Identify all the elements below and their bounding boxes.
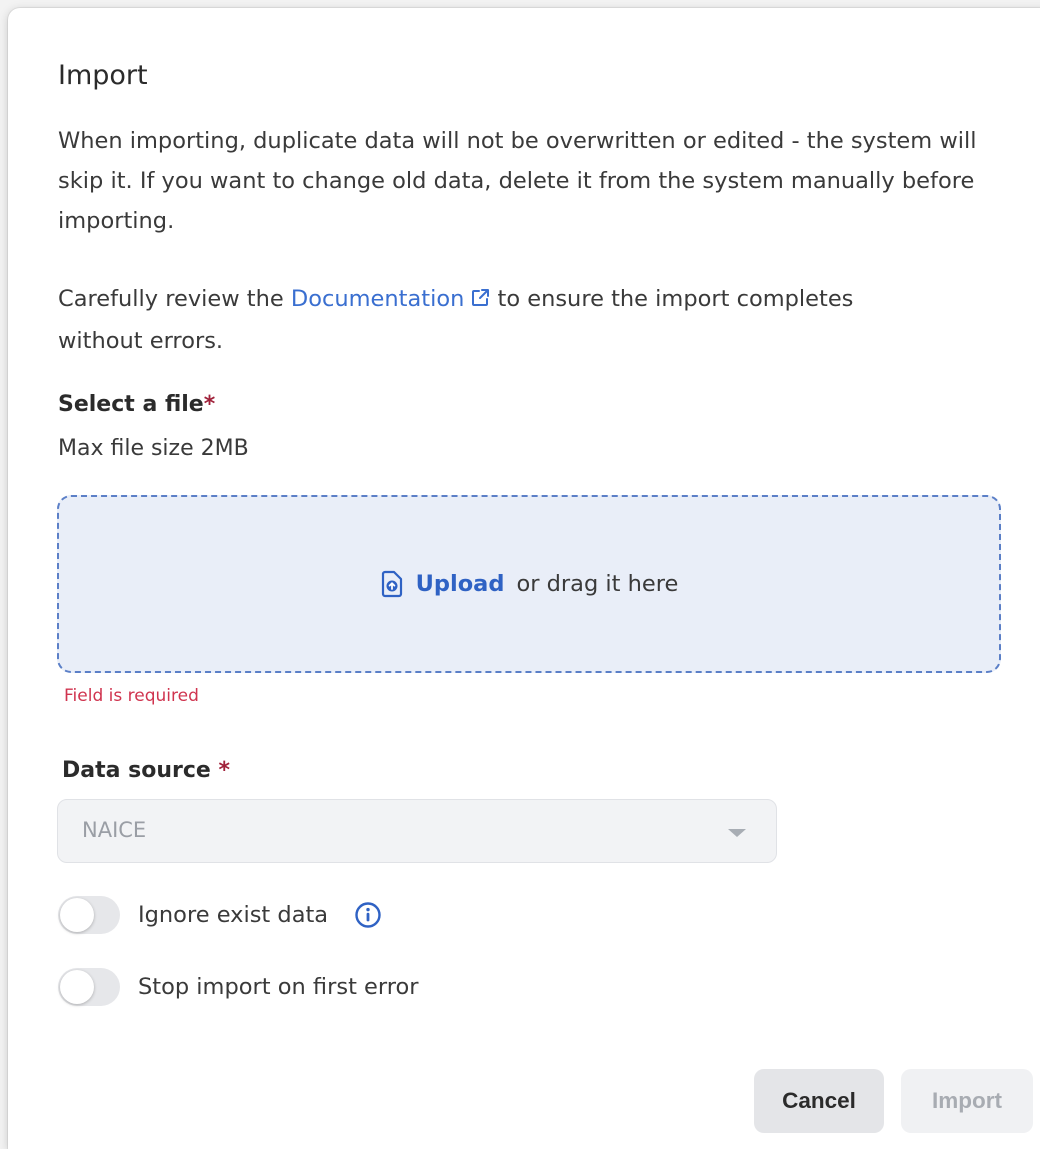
- import-description: When importing, duplicate data will not …: [58, 128, 977, 234]
- stop-on-error-label: Stop import on first error: [138, 974, 419, 1000]
- required-mark: *: [218, 758, 230, 783]
- ignore-exist-label: Ignore exist data: [138, 902, 329, 928]
- file-size-hint: Max file size 2MB: [58, 436, 249, 461]
- data-source-value: NAICE: [82, 818, 147, 842]
- chevron-down-icon: [728, 829, 746, 837]
- stop-on-error-toggle[interactable]: [58, 968, 120, 1006]
- review-prefix: Carefully review the: [58, 286, 291, 312]
- info-icon[interactable]: [354, 901, 382, 929]
- file-dropzone[interactable]: Upload or drag it here: [57, 495, 1001, 673]
- select-file-label-text: Select a file: [58, 392, 204, 417]
- required-mark: *: [203, 392, 216, 417]
- upload-link[interactable]: Upload: [416, 571, 505, 597]
- documentation-link-label: Documentation: [290, 286, 465, 312]
- import-button[interactable]: Import: [901, 1069, 1033, 1133]
- data-source-label: Data source *: [62, 758, 230, 783]
- documentation-link[interactable]: Documentation: [291, 286, 490, 312]
- cancel-button[interactable]: Cancel: [754, 1069, 884, 1133]
- ignore-exist-toggle[interactable]: [58, 896, 120, 934]
- ignore-exist-option: Ignore exist data: [58, 896, 382, 934]
- dialog-title: Import: [58, 60, 148, 91]
- toggle-knob: [60, 898, 94, 932]
- documentation-note: Carefully review the Documentation to en…: [58, 279, 918, 361]
- stop-on-error-option: Stop import on first error: [58, 968, 419, 1006]
- import-dialog: Import When importing, duplicate data wi…: [8, 8, 1040, 1149]
- external-link-icon: [470, 281, 490, 321]
- select-file-label: Select a file*: [58, 392, 215, 417]
- file-upload-icon: [380, 570, 404, 598]
- data-source-select[interactable]: NAICE: [57, 799, 777, 863]
- file-error-message: Field is required: [64, 686, 199, 706]
- toggle-knob: [60, 970, 94, 1004]
- drag-hint: or drag it here: [516, 571, 679, 597]
- data-source-label-text: Data source: [62, 758, 211, 783]
